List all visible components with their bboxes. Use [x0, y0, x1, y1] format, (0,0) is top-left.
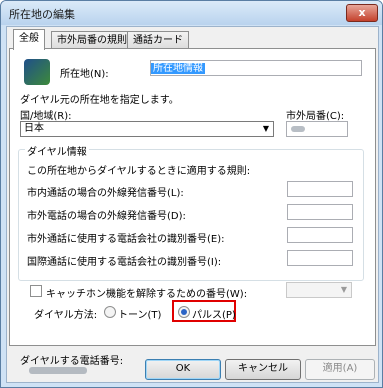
tab-calling-card[interactable]: 通話カード	[127, 31, 189, 49]
international-carrier-input[interactable]	[287, 250, 353, 266]
long-distance-carrier-label: 市外通話に使用する電話会社の識別番号(E):	[27, 234, 225, 245]
dial-method-label: ダイヤル方法:	[34, 310, 98, 321]
dialing-rules-group: ダイヤル情報 この所在地からダイヤルするときに適用する規則: 市内通話の場合の外…	[18, 143, 364, 281]
country-value: 日本	[24, 123, 44, 134]
call-waiting-label: キャッチホン機能を解除するための番号(W):	[46, 289, 248, 300]
location-name-input[interactable]: 所在地情報	[150, 60, 362, 76]
title-bar: 所在地の編集 x	[1, 1, 382, 25]
ok-button[interactable]: OK	[145, 359, 221, 380]
dialing-rules-intro: この所在地からダイヤルするときに適用する規則:	[27, 166, 251, 177]
dialog-client: 全般 市外局番の規則 通話カード 所在地(N): 所在地情報 ダイヤル元の所在地…	[6, 26, 379, 383]
dialing-rules-title: ダイヤル情報	[25, 143, 89, 158]
long-distance-carrier-input[interactable]	[287, 227, 353, 243]
tone-label: トーン(T)	[118, 310, 162, 321]
apply-button[interactable]: 適用(A)	[305, 359, 375, 380]
specify-location-text: ダイヤル元の所在地を指定します。	[20, 95, 179, 106]
cancel-button[interactable]: キャンセル	[225, 359, 301, 380]
country-label: 国/地域(R):	[20, 111, 72, 122]
close-button[interactable]: x	[346, 4, 378, 22]
globe-phone-icon	[24, 59, 50, 85]
area-code-input[interactable]	[286, 121, 348, 137]
location-edit-dialog: 所在地の編集 x 全般 市外局番の規則 通話カード 所在地(N): 所在地情報 …	[0, 0, 383, 388]
country-select[interactable]: 日本 ▼	[20, 121, 274, 137]
dial-number-redacted	[29, 367, 87, 374]
area-code-label: 市外局番(C):	[286, 111, 345, 122]
chevron-down-icon: ▼	[340, 285, 347, 294]
window-title: 所在地の編集	[9, 8, 75, 21]
pulse-label: パルス(P)	[192, 310, 236, 321]
dial-number-label: ダイヤルする電話番号:	[20, 356, 124, 367]
call-waiting-select[interactable]: ▼	[286, 282, 352, 298]
tab-general[interactable]: 全般	[13, 29, 45, 50]
general-panel: 所在地(N): 所在地情報 ダイヤル元の所在地を指定します。 国/地域(R): …	[9, 48, 376, 346]
long-distance-prefix-label: 市外電話の場合の外線発信番号(D):	[27, 211, 186, 222]
international-carrier-label: 国際通話に使用する電話会社の識別番号(I):	[27, 257, 222, 268]
location-name-value: 所在地情報	[151, 63, 205, 74]
local-prefix-input[interactable]	[287, 181, 353, 197]
tone-radio[interactable]	[104, 306, 116, 318]
local-prefix-label: 市内通話の場合の外線発信番号(L):	[27, 188, 184, 199]
pulse-radio[interactable]	[178, 306, 190, 318]
area-code-redacted	[291, 126, 305, 132]
chevron-down-icon: ▼	[262, 124, 269, 133]
call-waiting-checkbox[interactable]	[30, 285, 42, 297]
location-label: 所在地(N):	[60, 69, 109, 80]
long-distance-prefix-input[interactable]	[287, 204, 353, 220]
tab-area-code-rules[interactable]: 市外局番の規則	[51, 31, 133, 49]
